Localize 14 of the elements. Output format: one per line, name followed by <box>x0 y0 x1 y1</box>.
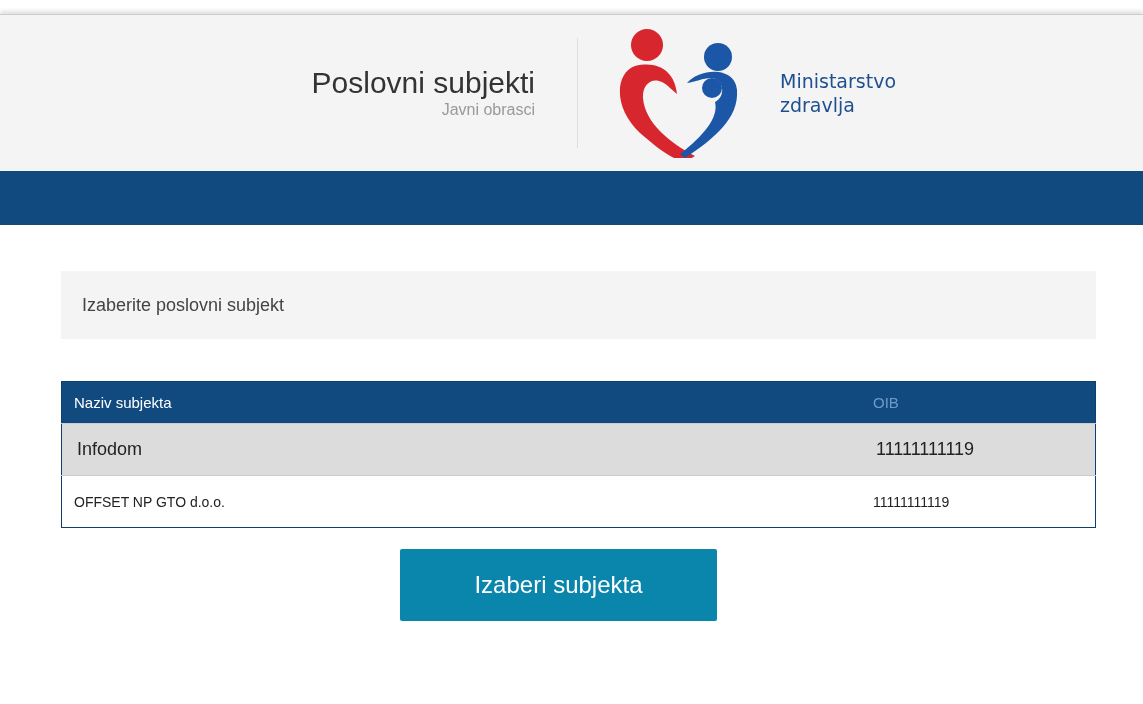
page-title: Poslovni subjekti <box>311 66 535 100</box>
ministry-name: Ministarstvo <box>780 69 896 93</box>
table-row[interactable]: Infodom 11111111119 <box>61 423 1096 476</box>
table-cell: OFFSET NP GTO d.o.o. <box>61 475 861 528</box>
table-cell: 11111111119 <box>861 475 1096 528</box>
select-subject-button[interactable]: Izaberi subjekta <box>400 549 717 621</box>
table-row[interactable]: OFFSET NP GTO d.o.o. 11111111119 <box>61 475 1096 528</box>
page-subtitle: Javni obrasci <box>441 100 535 120</box>
table-cell: Infodom <box>61 423 861 476</box>
ministry-name: zdravlja <box>780 93 856 117</box>
table-cell: 11111111119 <box>861 423 1096 476</box>
column-header: OIB <box>861 381 1096 424</box>
column-header: Naziv subjekta <box>61 381 861 424</box>
prompt-text: Izaberite poslovni subjekt <box>82 294 285 316</box>
